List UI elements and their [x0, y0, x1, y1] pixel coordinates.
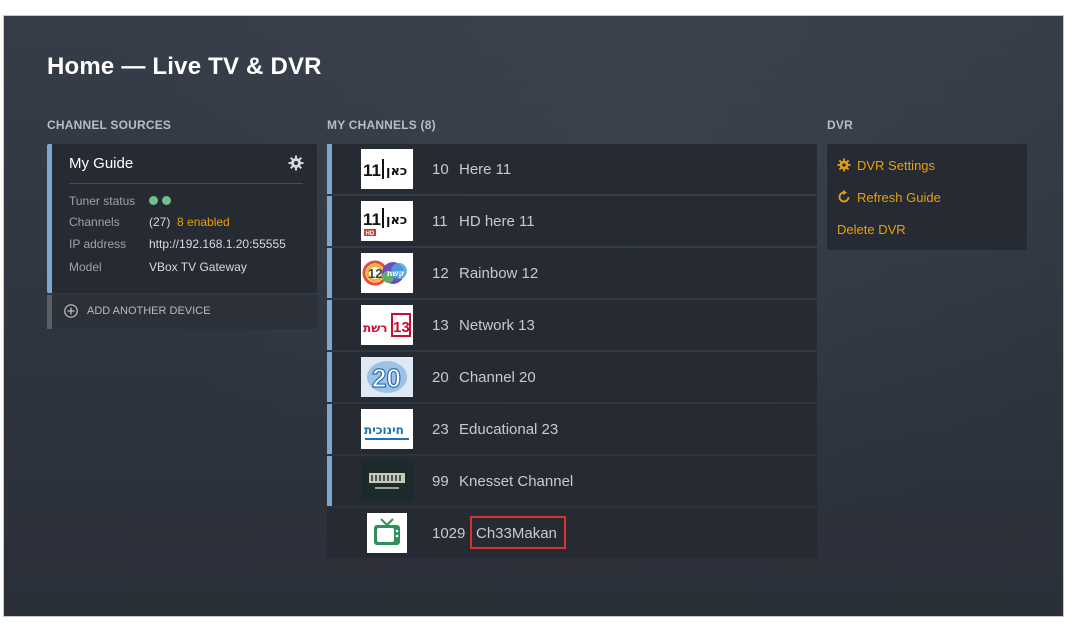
hd-badge: HD	[366, 231, 375, 237]
reshet-num: 13	[393, 319, 410, 336]
add-another-device-button[interactable]: ADD ANOTHER DEVICE	[47, 295, 317, 329]
channels-value: (27) 8 enabled	[149, 215, 230, 229]
refresh-guide-link[interactable]: Refresh Guide	[837, 190, 941, 205]
channel-row[interactable]: רשת 13 13 Network 13	[327, 300, 817, 350]
channel-number: 11	[432, 213, 448, 230]
channel-number: 1029	[432, 525, 466, 542]
ip-address-value: http://192.168.1.20:55555	[149, 237, 286, 251]
kan-hd-word: כאן	[386, 213, 407, 228]
knesset-channel-logo	[361, 461, 413, 501]
channel-sources-heading: CHANNEL SOURCES	[47, 118, 172, 132]
model-label: Model	[69, 260, 102, 274]
refresh-guide-label: Refresh Guide	[857, 190, 941, 205]
channel-number: 12	[432, 265, 449, 282]
keshet-num: 12	[368, 266, 382, 281]
reshet-word: רשת	[363, 321, 388, 335]
channel-number: 13	[432, 317, 449, 334]
ch20-num: 20	[372, 363, 401, 393]
channel-row[interactable]: 99 Knesset Channel	[327, 456, 817, 506]
channel-20-logo: 20	[361, 357, 413, 397]
tuner-status-label: Tuner status	[69, 194, 136, 208]
source-name: My Guide	[69, 155, 134, 172]
channel-name: HD here 11	[459, 213, 535, 230]
dvr-card: DVR Settings Refresh Guide Delete DVR	[827, 144, 1027, 250]
channel-row[interactable]: חינוכית 23 Educational 23	[327, 404, 817, 454]
channel-number: 10	[432, 161, 449, 178]
gear-icon[interactable]	[288, 155, 304, 171]
model-value: VBox TV Gateway	[149, 260, 247, 274]
app-window: Home — Live TV & DVR CHANNEL SOURCES MY …	[3, 15, 1064, 617]
channel-row[interactable]: 12 קשת 12 Rainbow 12	[327, 248, 817, 298]
channels-enabled-link[interactable]: 8 enabled	[177, 215, 230, 229]
tv-icon	[367, 513, 407, 553]
kan-11-logo: 11 כאן	[361, 149, 413, 189]
channel-row[interactable]: 11 כאן HD 11 HD here 11	[327, 196, 817, 246]
my-channels-heading: MY CHANNELS (8)	[327, 118, 436, 132]
dvr-settings-label: DVR Settings	[857, 158, 936, 173]
channel-name: Rainbow 12	[459, 265, 539, 282]
channel-name: Educational 23	[459, 421, 559, 438]
tuner-status-dot	[162, 196, 171, 206]
educational-word: חינוכית	[364, 423, 404, 437]
kan-num: 11	[363, 161, 381, 180]
delete-dvr-link[interactable]: Delete DVR	[837, 222, 906, 237]
ip-address-label: IP address	[69, 237, 127, 251]
dvr-settings-link[interactable]: DVR Settings	[837, 158, 935, 173]
dvr-heading: DVR	[827, 118, 853, 132]
tuner-status-indicators	[149, 193, 175, 207]
channel-row[interactable]: 20 20 Channel 20	[327, 352, 817, 402]
page-title: Home — Live TV & DVR	[47, 53, 322, 80]
channels-total: (27)	[149, 215, 171, 229]
channels-label: Channels	[69, 215, 120, 229]
channel-number: 99	[432, 473, 449, 490]
add-another-device-label: ADD ANOTHER DEVICE	[87, 305, 211, 317]
educational-23-logo: חינוכית	[361, 409, 413, 449]
kan-11-hd-logo: 11 כאן HD	[361, 201, 413, 241]
kan-hd-num: 11	[363, 210, 381, 229]
divider	[69, 183, 303, 184]
highlight-box	[470, 516, 566, 549]
channel-row[interactable]: 11 כאן 10 Here 11	[327, 144, 817, 194]
keshet-12-logo: 12 קשת	[361, 253, 413, 293]
channel-name: Knesset Channel	[459, 473, 574, 490]
channel-name: Channel 20	[459, 369, 536, 386]
keshet-word: קשת	[387, 269, 405, 278]
channel-name: Here 11	[459, 161, 512, 178]
channel-list: 11 כאן 10 Here 11 11 כאן HD 11 HD here 1…	[327, 144, 817, 560]
kan-word: כאן	[386, 164, 407, 179]
channel-name: Network 13	[459, 317, 535, 334]
reshet-13-logo: רשת 13	[361, 305, 413, 345]
channel-source-card[interactable]: My Guide Tuner status Channels (27) 8 en…	[47, 144, 317, 293]
refresh-icon	[837, 190, 851, 204]
tuner-status-dot	[149, 196, 158, 206]
channel-row[interactable]: 1029 Ch33Makan	[327, 508, 817, 558]
plus-circle-icon	[64, 304, 78, 318]
channel-number: 23	[432, 421, 449, 438]
gear-icon	[837, 158, 851, 172]
channel-number: 20	[432, 369, 449, 386]
